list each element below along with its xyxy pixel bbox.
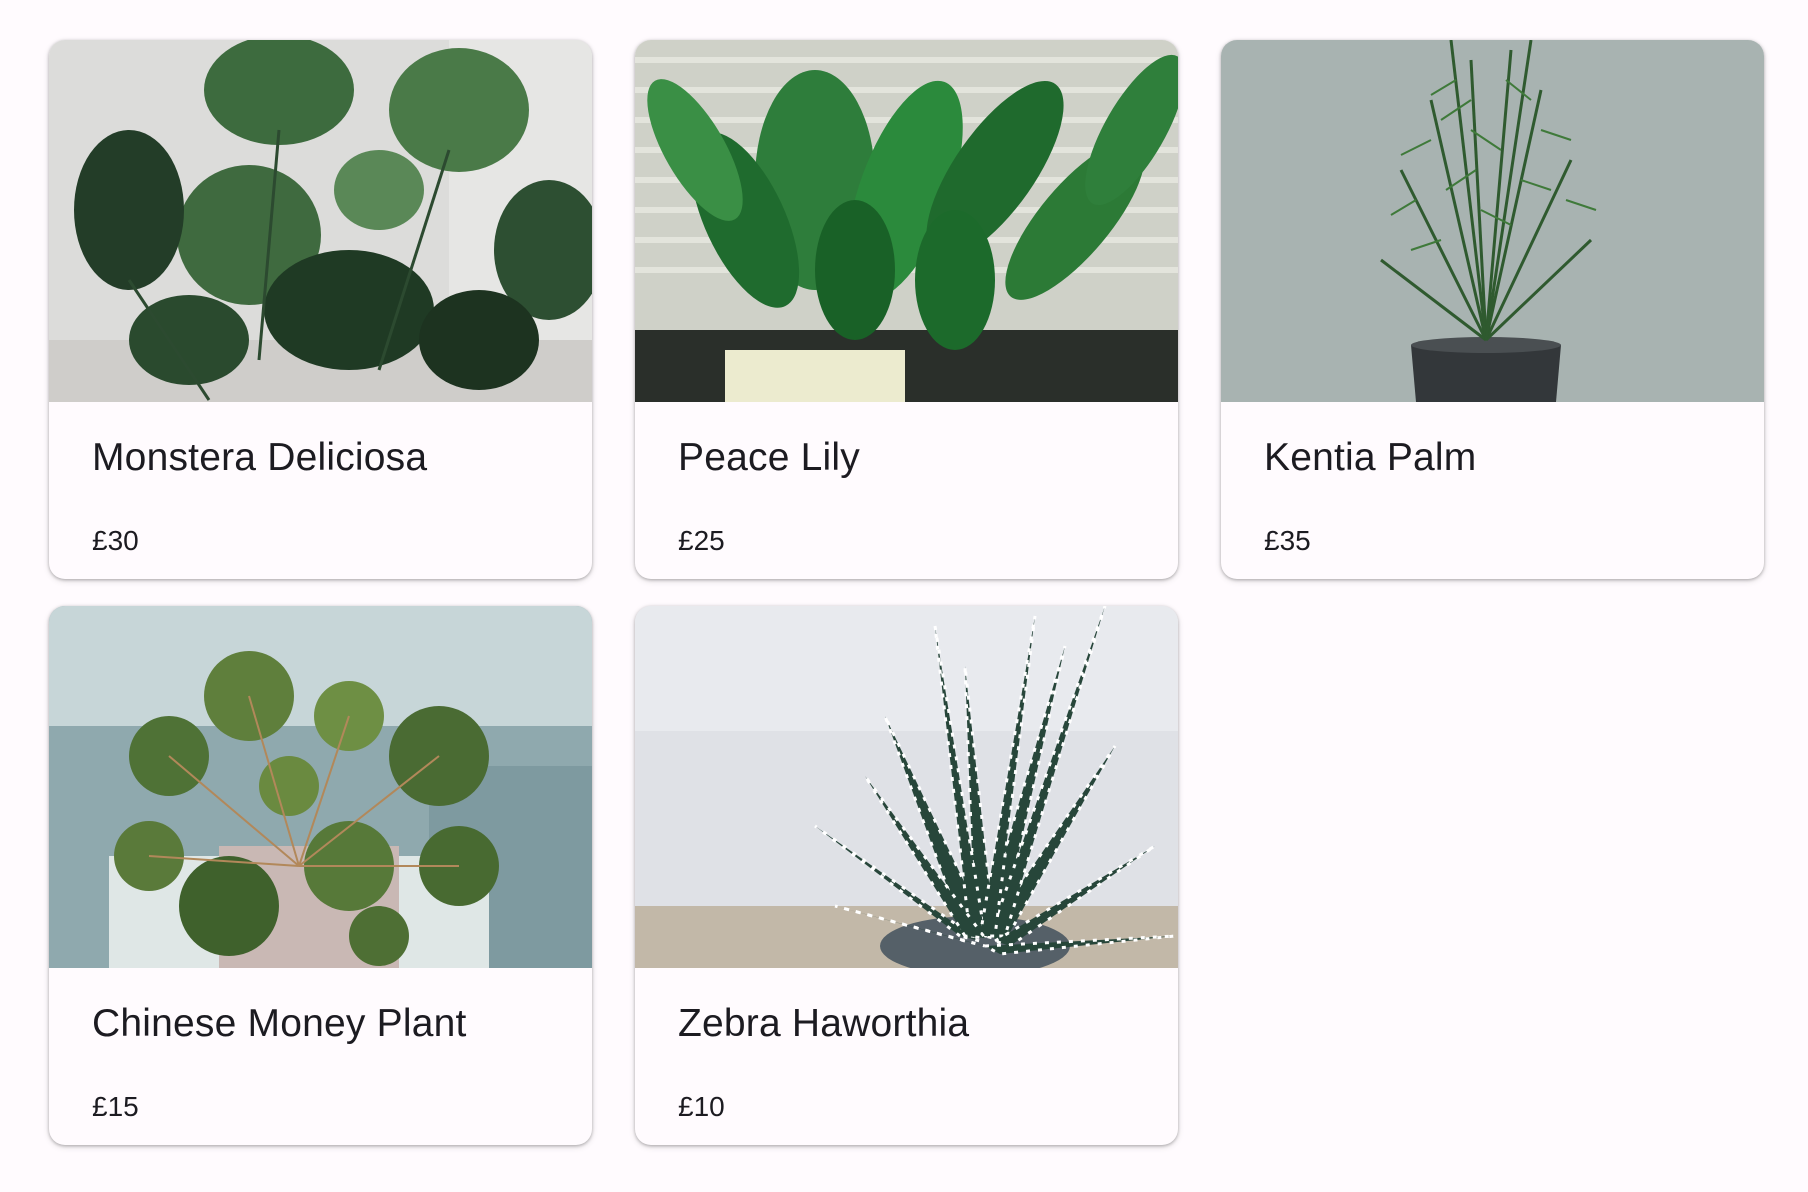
zebra-haworthia-photo <box>635 606 1178 968</box>
product-name: Monstera Deliciosa <box>92 436 428 479</box>
product-grid: Monstera Deliciosa £30 Peace Lily £25 Ke… <box>49 40 1764 1145</box>
product-card-body: Zebra Haworthia £10 <box>635 968 1178 1145</box>
product-price: £25 <box>678 525 725 556</box>
product-price: £35 <box>1264 525 1311 556</box>
product-card-body: Kentia Palm £35 <box>1221 402 1764 579</box>
product-card-zebra-haworthia[interactable]: Zebra Haworthia £10 <box>635 606 1178 1145</box>
product-card-chinese-money-plant[interactable]: Chinese Money Plant £15 <box>49 606 592 1145</box>
product-price: £30 <box>92 525 139 556</box>
peace-lily-photo <box>635 40 1178 402</box>
product-name: Peace Lily <box>678 436 860 479</box>
kentia-palm-photo <box>1221 40 1764 402</box>
product-price: £10 <box>678 1091 725 1122</box>
monstera-photo <box>49 40 592 402</box>
product-card-body: Chinese Money Plant £15 <box>49 968 592 1145</box>
chinese-money-plant-photo <box>49 606 592 968</box>
product-card-peace-lily[interactable]: Peace Lily £25 <box>635 40 1178 579</box>
product-price: £15 <box>92 1091 139 1122</box>
product-name: Zebra Haworthia <box>678 1002 970 1045</box>
product-card-monstera[interactable]: Monstera Deliciosa £30 <box>49 40 592 579</box>
product-card-kentia-palm[interactable]: Kentia Palm £35 <box>1221 40 1764 579</box>
product-name: Chinese Money Plant <box>92 1002 467 1045</box>
product-card-body: Monstera Deliciosa £30 <box>49 402 592 579</box>
product-card-body: Peace Lily £25 <box>635 402 1178 579</box>
product-name: Kentia Palm <box>1264 436 1477 479</box>
